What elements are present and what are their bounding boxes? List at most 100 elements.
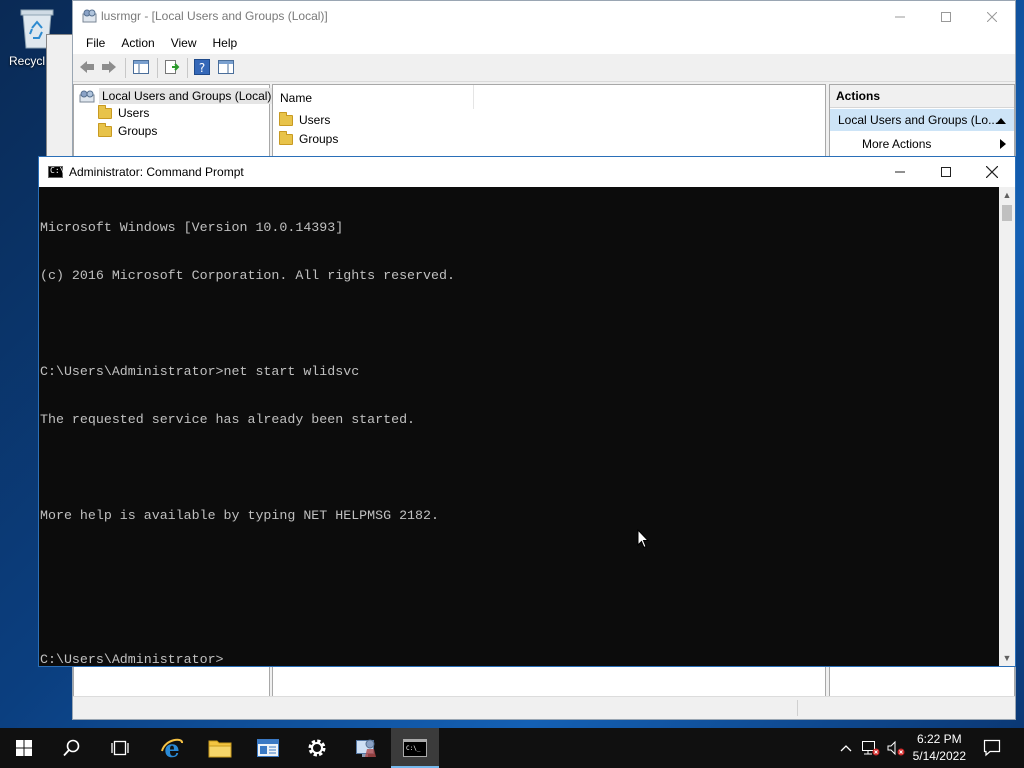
command-prompt-taskbar-button[interactable]: C:\_ — [391, 728, 439, 768]
server-manager-taskbar-button[interactable] — [244, 728, 292, 768]
scrollbar-thumb[interactable] — [1002, 205, 1012, 221]
actions-header: Actions — [830, 85, 1014, 108]
tree-root-local-users-groups[interactable]: Local Users and Groups (Local) — [79, 88, 275, 104]
mouse-pointer-icon — [637, 529, 649, 549]
console-line: More help is available by typing NET HEL… — [40, 508, 439, 523]
cmd-vertical-scrollbar[interactable]: ▲ ▼ — [999, 187, 1015, 666]
submenu-arrow-icon — [1000, 139, 1006, 149]
cmd-minimize-button[interactable] — [877, 157, 923, 187]
show-hide-action-pane-icon[interactable] — [217, 58, 235, 76]
task-view-button[interactable] — [96, 728, 144, 768]
search-button[interactable] — [48, 728, 96, 768]
gear-icon — [308, 739, 326, 757]
users-management-icon — [82, 9, 97, 23]
chevron-up-icon — [840, 745, 852, 752]
toolbar-separator — [157, 58, 158, 78]
help-icon[interactable]: ? — [193, 58, 211, 76]
console-line: Microsoft Windows [Version 10.0.14393] — [40, 220, 344, 235]
console-prompt-line: C:\Users\Administrator> — [40, 652, 224, 667]
tree-item-users-label: Users — [118, 106, 150, 120]
column-header-name-label: Name — [280, 91, 313, 105]
more-actions-item[interactable]: More Actions — [830, 133, 1014, 155]
list-item-users-label: Users — [299, 113, 331, 127]
action-center-button[interactable] — [976, 728, 1008, 768]
volume-button[interactable] — [884, 728, 908, 768]
tree-item-users[interactable]: Users — [98, 104, 150, 120]
list-item[interactable]: Users — [279, 111, 331, 127]
system-clock[interactable]: 6:22 PM 5/14/2022 — [913, 731, 966, 765]
internet-explorer-icon: e — [161, 735, 183, 761]
tree-root-label: Local Users and Groups (Local) — [99, 88, 275, 104]
tree-item-groups[interactable]: Groups — [98, 122, 158, 138]
lusrmgr-taskbar-button[interactable] — [342, 728, 390, 768]
actions-context-item[interactable]: Local Users and Groups (Lo... — [830, 109, 1014, 131]
close-icon — [987, 11, 997, 22]
forward-arrow-icon[interactable] — [100, 58, 118, 76]
computer-management-icon — [356, 739, 376, 757]
tree-item-groups-label: Groups — [118, 124, 158, 138]
start-button[interactable] — [0, 728, 48, 768]
file-explorer-taskbar-button[interactable] — [196, 728, 244, 768]
cmd-maximize-button[interactable] — [923, 157, 969, 187]
menu-view[interactable]: View — [163, 36, 205, 50]
menu-help[interactable]: Help — [205, 36, 246, 50]
scroll-down-arrow-icon[interactable]: ▼ — [999, 650, 1015, 666]
server-manager-icon — [257, 739, 279, 757]
minimize-icon — [895, 16, 905, 17]
show-hidden-icons-button[interactable] — [836, 728, 856, 768]
maximize-icon — [941, 167, 951, 177]
network-status-button[interactable] — [858, 728, 882, 768]
export-list-icon[interactable] — [163, 58, 181, 76]
lusrmgr-titlebar[interactable]: lusrmgr - [Local Users and Groups (Local… — [73, 1, 1015, 32]
list-item-groups-label: Groups — [299, 132, 339, 146]
command-prompt-window: C:\ Administrator: Command Prompt Micros… — [38, 156, 1016, 667]
show-hide-console-tree-icon[interactable] — [132, 58, 150, 76]
maximize-icon — [941, 11, 951, 22]
cmd-title: Administrator: Command Prompt — [69, 165, 244, 179]
users-groups-icon — [79, 90, 95, 103]
file-explorer-icon — [208, 740, 232, 758]
status-bar-divider — [797, 700, 798, 716]
folder-icon — [279, 130, 293, 145]
windows-logo-icon — [16, 740, 32, 756]
menu-action[interactable]: Action — [113, 36, 162, 50]
cmd-titlebar[interactable]: C:\ Administrator: Command Prompt — [39, 157, 1015, 187]
console-line: The requested service has already been s… — [40, 412, 416, 427]
column-header-name[interactable]: Name — [273, 85, 474, 109]
console-output[interactable]: Microsoft Windows [Version 10.0.14393] (… — [39, 187, 1000, 667]
clock-date: 5/14/2022 — [912, 749, 966, 763]
back-arrow-icon[interactable] — [78, 58, 96, 76]
toolbar-separator — [187, 58, 188, 78]
close-icon — [986, 166, 998, 178]
lusrmgr-title: lusrmgr - [Local Users and Groups (Local… — [101, 9, 328, 23]
notification-icon — [983, 739, 1001, 757]
svg-text:?: ? — [199, 61, 205, 75]
close-button[interactable] — [969, 1, 1015, 32]
minimize-icon — [895, 171, 905, 173]
more-actions-label: More Actions — [862, 137, 932, 151]
internet-explorer-taskbar-button[interactable]: e — [148, 728, 196, 768]
settings-taskbar-button[interactable] — [293, 728, 341, 768]
lusrmgr-menubar: File Action View Help — [73, 32, 1015, 55]
list-item[interactable]: Groups — [279, 130, 339, 146]
lusrmgr-toolbar: ? — [73, 54, 1015, 82]
clock-time: 6:22 PM — [916, 732, 962, 746]
network-disconnected-icon — [862, 741, 880, 756]
scroll-up-arrow-icon[interactable]: ▲ — [999, 187, 1015, 203]
actions-context-label: Local Users and Groups (Lo... — [838, 113, 999, 127]
maximize-button[interactable] — [923, 1, 969, 32]
toolbar-separator — [125, 58, 126, 78]
cmd-close-button[interactable] — [969, 157, 1015, 187]
folder-icon — [98, 122, 112, 137]
search-icon — [63, 739, 80, 757]
command-prompt-icon: C:\_ — [403, 739, 427, 757]
collapse-up-icon[interactable] — [996, 117, 1006, 124]
menu-file[interactable]: File — [78, 36, 113, 50]
folder-icon — [98, 104, 112, 119]
minimize-button[interactable] — [877, 1, 923, 32]
console-line: C:\Users\Administrator>net start wlidsvc — [40, 364, 360, 379]
